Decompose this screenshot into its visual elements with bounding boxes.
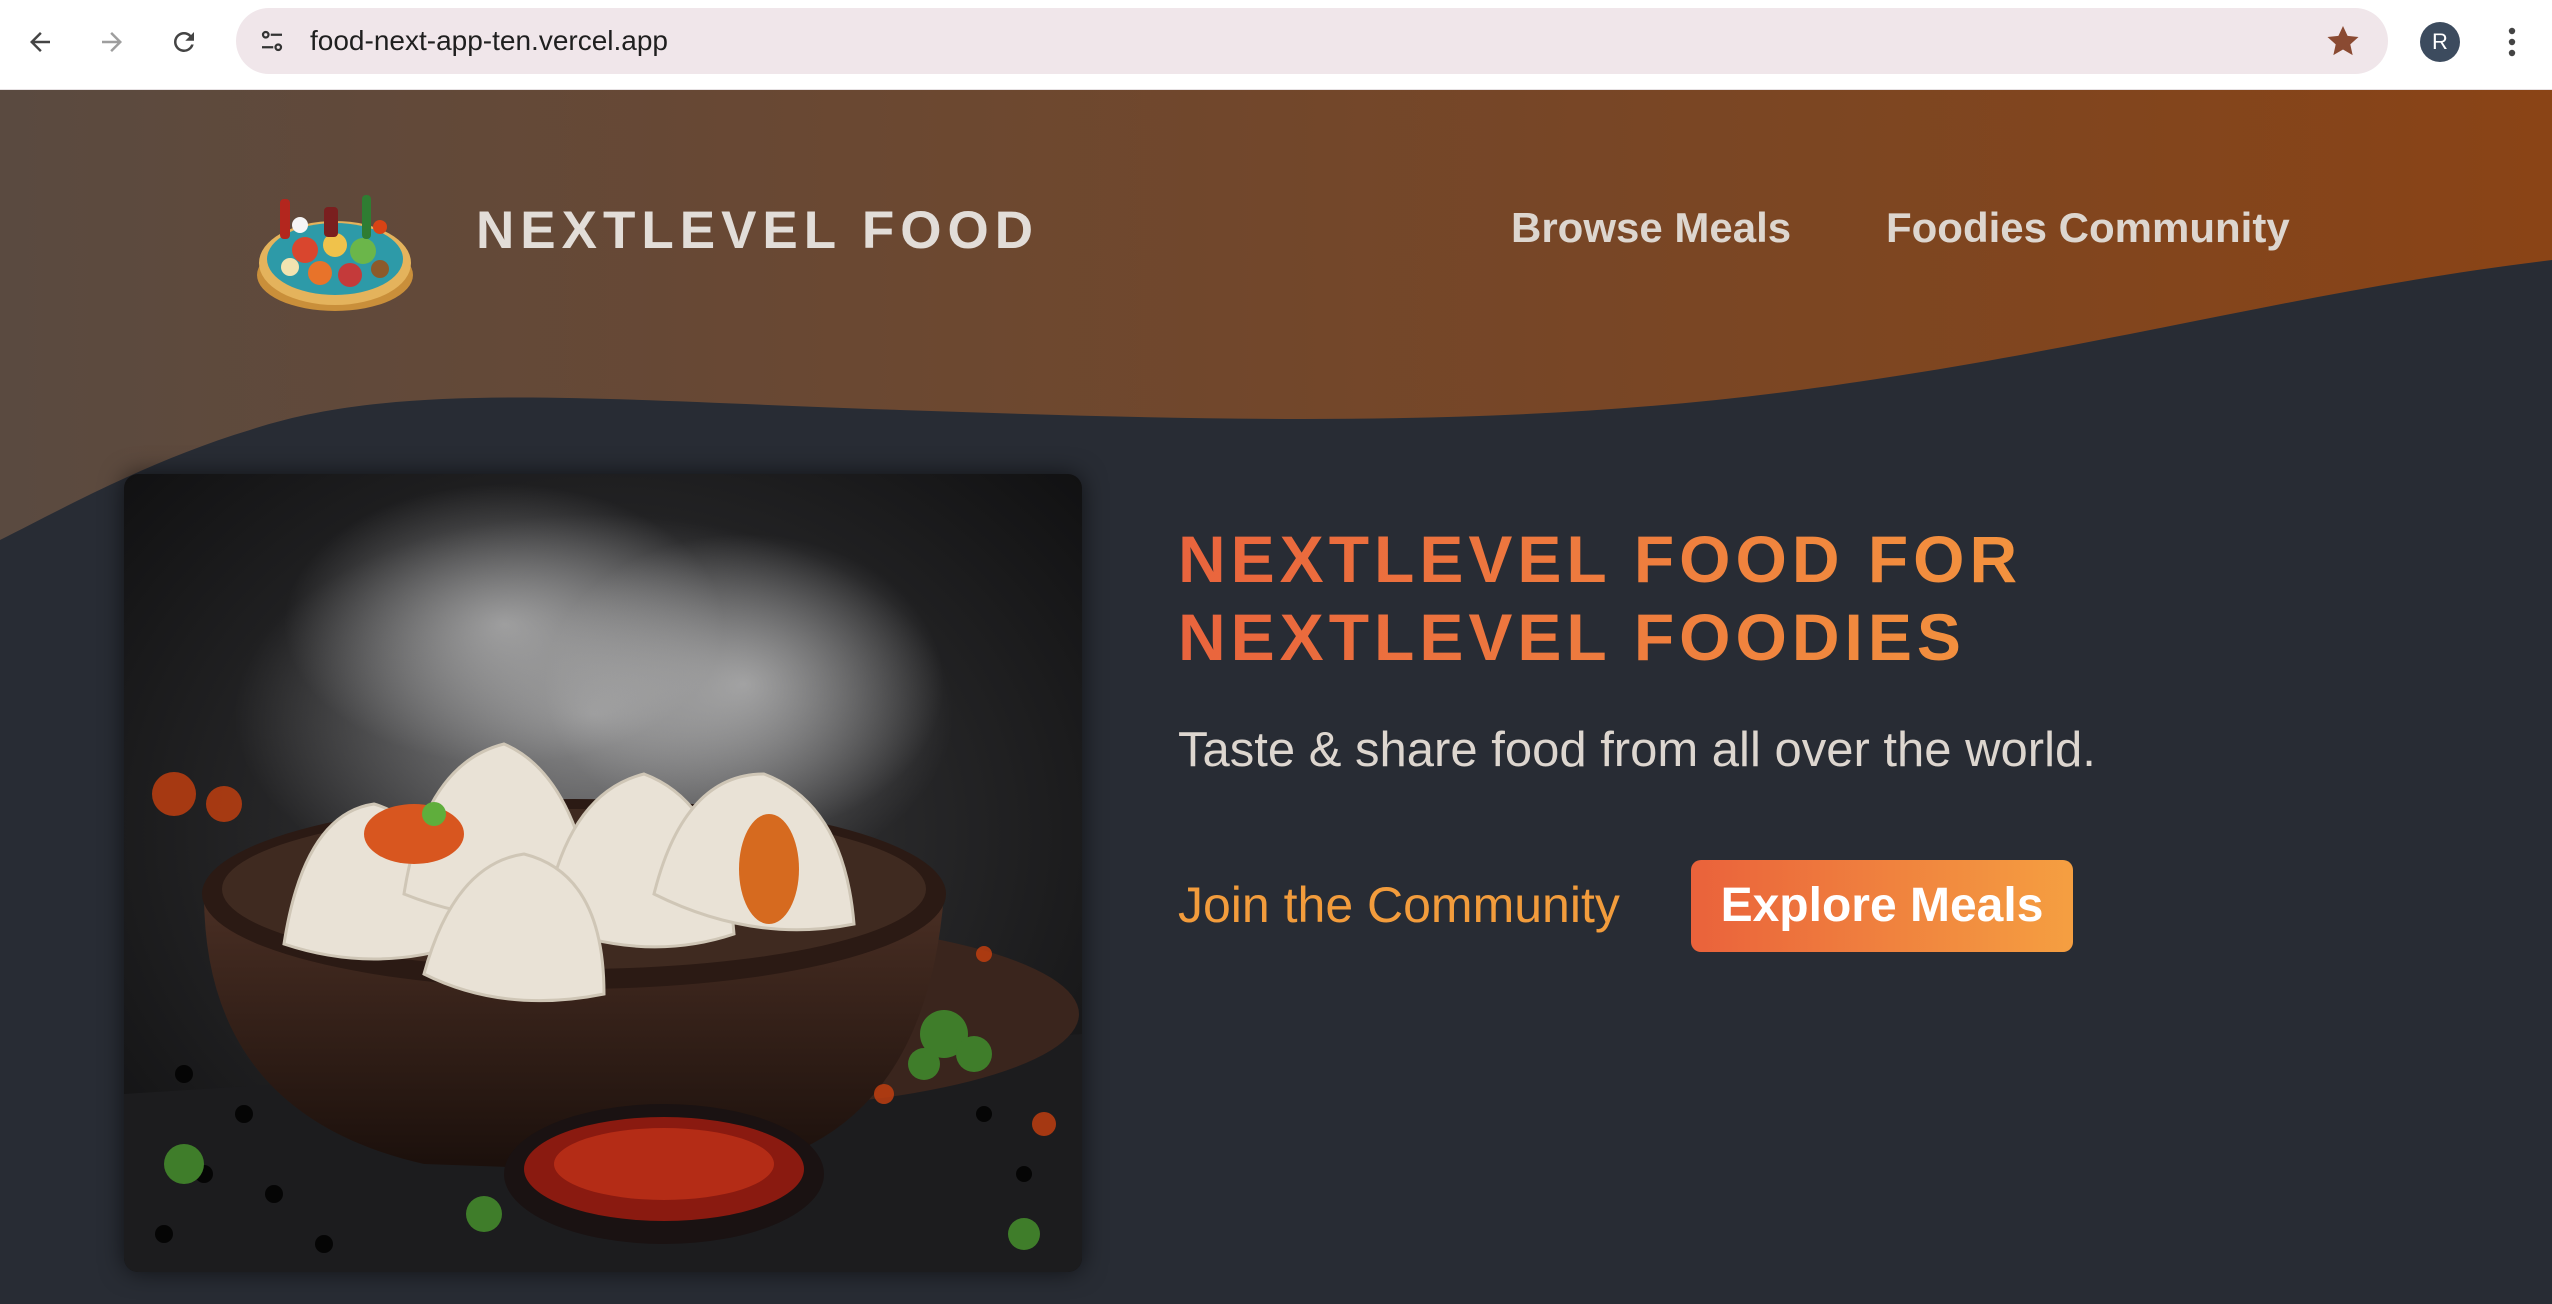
browser-toolbar: food-next-app-ten.vercel.app R: [0, 0, 2552, 90]
nav-foodies-community[interactable]: Foodies Community: [1886, 204, 2290, 252]
profile-avatar[interactable]: R: [2420, 22, 2460, 62]
nav-browse-meals[interactable]: Browse Meals: [1511, 204, 1791, 252]
arrow-left-icon: [30, 32, 50, 52]
site-logo[interactable]: [250, 155, 420, 325]
site-title[interactable]: NEXTLEVEL FOOD: [476, 200, 1039, 261]
kebab-menu-icon[interactable]: [2494, 20, 2530, 64]
tune-icon: [261, 30, 283, 52]
dumplings-illustration: [124, 474, 1082, 1272]
arrow-right-icon: [102, 32, 122, 52]
hero-headline: NEXTLEVEL FOOD FOR NEXTLEVEL FOODIES: [1178, 520, 2178, 676]
hero-headline-line-1: NEXTLEVEL FOOD FOR: [1178, 522, 2023, 596]
explore-meals-button[interactable]: Explore Meals: [1691, 860, 2073, 952]
reload-icon: [174, 32, 194, 52]
reload-button[interactable]: [162, 20, 206, 64]
back-button[interactable]: [18, 20, 62, 64]
address-bar[interactable]: food-next-app-ten.vercel.app: [236, 8, 2388, 74]
star-icon[interactable]: [2324, 22, 2362, 60]
hero-headline-line-2: NEXTLEVEL FOODIES: [1178, 600, 1966, 674]
page-viewport: NEXTLEVEL FOOD Browse Meals Foodies Comm…: [0, 90, 2552, 1304]
forward-button[interactable]: [90, 20, 134, 64]
hero-image-dumplings: [124, 474, 1082, 1272]
url-text[interactable]: food-next-app-ten.vercel.app: [310, 8, 668, 74]
join-community-link[interactable]: Join the Community: [1178, 876, 1620, 934]
food-platter-logo: [257, 195, 413, 311]
hero-tagline: Taste & share food from all over the wor…: [1178, 723, 2096, 777]
site-info-button[interactable]: [254, 23, 290, 59]
